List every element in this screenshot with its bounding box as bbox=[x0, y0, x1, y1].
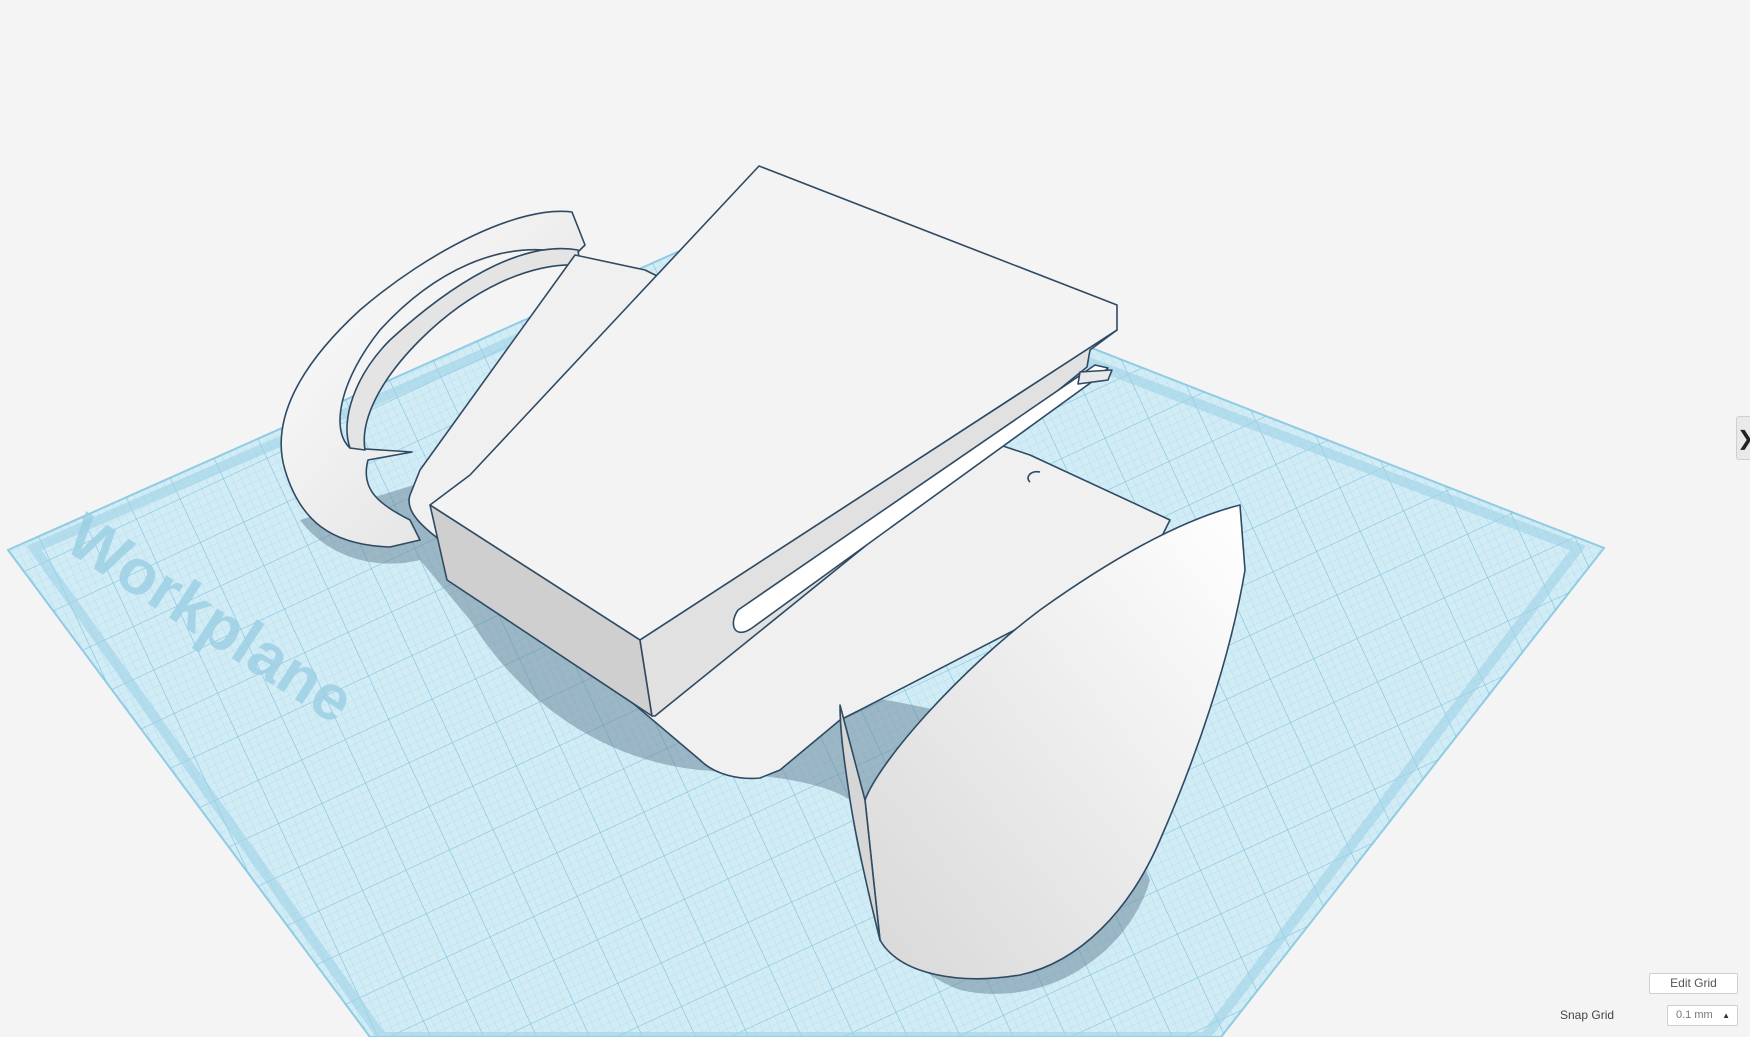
snap-grid-label: Snap Grid bbox=[1560, 1008, 1615, 1022]
snap-grid-value: 0.1 mm bbox=[1676, 1009, 1713, 1021]
edit-grid-button[interactable]: Edit Grid bbox=[1649, 973, 1738, 994]
3d-viewport[interactable]: Workplane bbox=[0, 0, 1750, 1037]
scene-canvas[interactable]: Workplane bbox=[0, 0, 1750, 1037]
caret-up-icon: ▲ bbox=[1722, 1011, 1730, 1020]
chevron-right-icon: ❯ bbox=[1737, 426, 1750, 450]
side-panel-toggle[interactable]: ❯ bbox=[1736, 416, 1750, 460]
snap-grid-select[interactable]: 0.1 mm ▲ bbox=[1667, 1005, 1738, 1026]
